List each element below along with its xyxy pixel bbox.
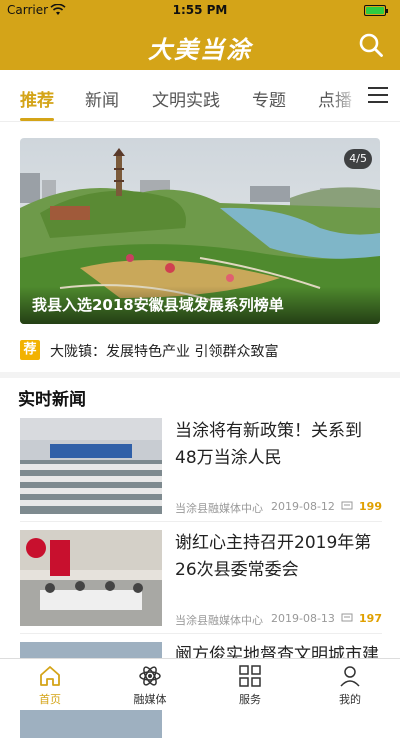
view-count: 197 — [359, 612, 382, 625]
banner-carousel[interactable]: 我县入选2018安徽县域发展系列榜单 4/5 — [20, 138, 380, 324]
tab-home[interactable]: 首页 — [0, 659, 100, 711]
home-icon — [40, 666, 60, 686]
news-date: 2019-08-13 — [271, 612, 335, 625]
news-thumbnail — [20, 418, 162, 514]
divider — [0, 372, 400, 378]
news-source: 当涂县融媒体中心 — [175, 502, 263, 515]
battery-icon — [364, 5, 388, 16]
tab-profile[interactable]: 我的 — [300, 659, 400, 711]
tab-news[interactable]: 新闻 — [85, 86, 119, 111]
active-tab-indicator — [20, 118, 54, 121]
banner-caption: 我县入选2018安徽县域发展系列榜单 — [32, 296, 284, 314]
category-tabs: 推荐 新闻 文明实践 专题 点播 — [0, 70, 400, 122]
tab-service[interactable]: 服务 — [200, 659, 300, 711]
news-date: 2019-08-12 — [271, 500, 335, 513]
section-title: 实时新闻 — [18, 390, 86, 410]
news-thumbnail — [20, 530, 162, 626]
comment-icon — [341, 501, 353, 510]
tab-media[interactable]: 融媒体 — [100, 659, 200, 711]
news-item[interactable]: 当涂将有新政策！关系到48万当涂人民 当涂县融媒体中心 2019-08-12 1… — [20, 418, 382, 522]
clock: 1:55 PM — [172, 3, 228, 17]
news-title: 当涂将有新政策！关系到48万当涂人民 — [175, 421, 362, 468]
banner-counter: 4/5 — [344, 149, 372, 169]
person-icon — [340, 666, 360, 687]
tab-civilization[interactable]: 文明实践 — [152, 86, 220, 111]
recommend-badge: 荐 — [20, 340, 40, 360]
recommend-text: 大陇镇：发展特色产业 引领群众致富 — [50, 344, 279, 360]
atom-icon — [139, 666, 161, 686]
app-header: 大美当涂 — [0, 20, 400, 70]
news-source: 当涂县融媒体中心 — [175, 614, 263, 627]
menu-icon[interactable] — [356, 70, 400, 121]
status-bar: Carrier 1:55 PM — [0, 0, 400, 20]
search-icon[interactable] — [358, 32, 384, 58]
comment-icon — [341, 613, 353, 622]
tab-recommend[interactable]: 推荐 — [20, 86, 54, 111]
bottom-tab-bar: 首页 融媒体 服务 我的 — [0, 658, 400, 710]
app-logo: 大美当涂 — [148, 35, 252, 64]
grid-icon — [239, 665, 261, 687]
recommend-item[interactable]: 荐 大陇镇：发展特色产业 引领群众致富 — [20, 340, 390, 362]
view-count: 199 — [359, 500, 382, 513]
news-item[interactable]: 谢红心主持召开2019年第26次县委常委会 当涂县融媒体中心 2019-08-1… — [20, 530, 382, 634]
news-title: 谢红心主持召开2019年第26次县委常委会 — [175, 533, 372, 580]
tab-topics[interactable]: 专题 — [252, 86, 286, 111]
